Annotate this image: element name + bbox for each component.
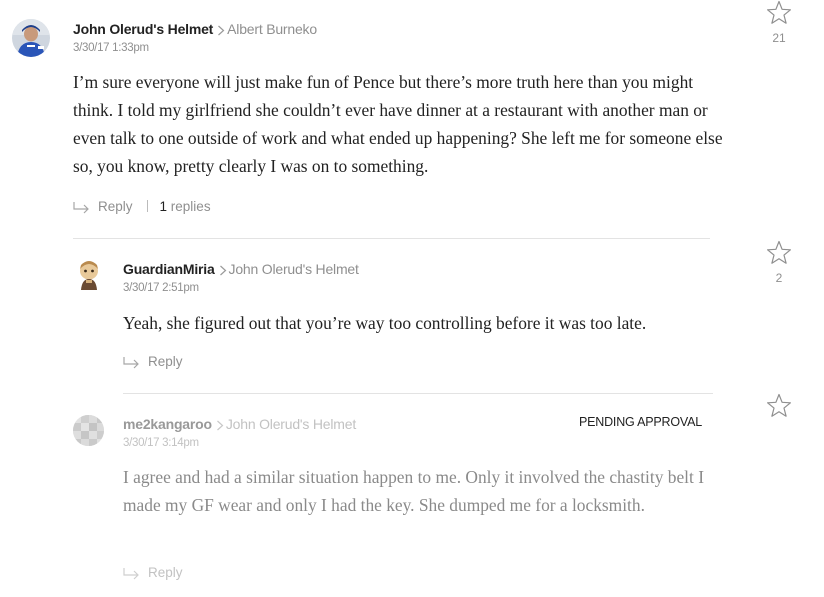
comment-actions: Reply	[123, 564, 183, 586]
comment-actions: Reply 1 replies	[73, 198, 211, 220]
reply-button[interactable]: Reply	[98, 199, 133, 214]
divider	[73, 238, 710, 239]
chevron-right-icon	[217, 22, 225, 40]
reply-button[interactable]: Reply	[148, 565, 183, 580]
avatar[interactable]	[12, 19, 50, 57]
star-count: 21	[772, 31, 786, 45]
recommend-button[interactable]: 21	[764, 0, 794, 45]
divider	[146, 200, 148, 212]
comment-item: John Olerud's Helmet Albert Burneko 3/30/…	[0, 0, 824, 238]
star-icon	[766, 393, 792, 422]
comment-item: me2kangaroo John Olerud's Helmet PENDING …	[0, 393, 824, 597]
recommend-button[interactable]	[764, 393, 794, 423]
star-icon	[766, 240, 792, 269]
recommend-button[interactable]: 2	[764, 240, 794, 285]
chevron-right-icon	[219, 262, 227, 280]
comment-header: John Olerud's Helmet Albert Burneko	[73, 20, 317, 40]
replies-count: 1	[159, 199, 168, 214]
reply-arrow-icon	[123, 356, 141, 375]
comment-header: GuardianMiria John Olerud's Helmet	[123, 260, 359, 280]
star-icon	[766, 0, 792, 29]
replies-link[interactable]: 1 replies	[160, 199, 211, 214]
comment-item: GuardianMiria John Olerud's Helmet 3/30/1…	[0, 240, 824, 393]
star-count: 2	[775, 271, 783, 285]
reply-to-name[interactable]: Albert Burneko	[227, 21, 317, 37]
reply-to-name[interactable]: John Olerud's Helmet	[229, 261, 359, 277]
author-name[interactable]: GuardianMiria	[123, 261, 215, 277]
reply-arrow-icon	[123, 567, 141, 586]
timestamp[interactable]: 3/30/17 2:51pm	[123, 282, 199, 294]
author-name[interactable]: John Olerud's Helmet	[73, 21, 213, 37]
divider	[123, 393, 713, 394]
pending-approval-badge: PENDING APPROVAL	[579, 415, 702, 429]
comment-body: Yeah, she figured out that you’re way to…	[123, 313, 647, 333]
author-name[interactable]: me2kangaroo	[123, 416, 212, 432]
avatar[interactable]	[73, 259, 105, 291]
reply-to-name[interactable]: John Olerud's Helmet	[226, 416, 356, 432]
comment-body: I’m sure everyone will just make fun of …	[73, 72, 723, 176]
replies-label: replies	[170, 199, 211, 214]
comment-header: me2kangaroo John Olerud's Helmet	[123, 415, 356, 435]
reply-button[interactable]: Reply	[148, 354, 183, 369]
comment-body: I agree and had a similar situation happ…	[123, 467, 704, 515]
timestamp[interactable]: 3/30/17 3:14pm	[123, 437, 199, 449]
reply-arrow-icon	[73, 201, 91, 220]
timestamp[interactable]: 3/30/17 1:33pm	[73, 42, 149, 54]
avatar[interactable]	[73, 415, 104, 446]
chevron-right-icon	[216, 417, 224, 435]
comment-actions: Reply	[123, 353, 183, 375]
